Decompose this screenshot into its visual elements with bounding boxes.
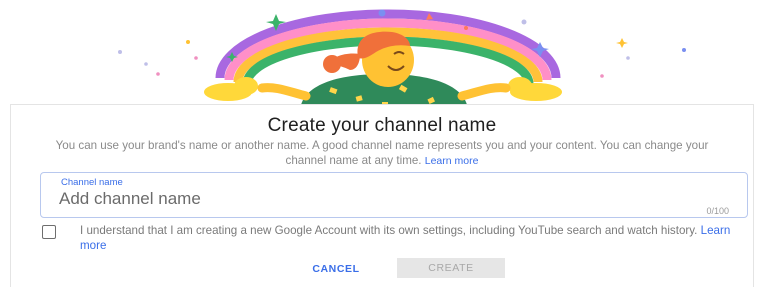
description-text: You can use your brand's name or another… <box>55 139 709 167</box>
create-button[interactable]: CREATE <box>397 258 505 278</box>
character-counter: 0/100 <box>706 206 729 216</box>
cancel-button[interactable]: CANCEL <box>294 259 378 279</box>
consent-text-block: I understand that I am creating a new Go… <box>80 223 740 253</box>
consent-checkbox[interactable] <box>42 225 56 239</box>
dialog-description: You can use your brand's name or another… <box>40 138 724 169</box>
description-learn-more-link[interactable]: Learn more <box>425 155 479 167</box>
dialog-title: Create your channel name <box>267 115 497 136</box>
create-channel-page: Create your channel name You can use you… <box>0 0 764 287</box>
channel-name-input[interactable] <box>59 187 619 211</box>
consent-text: I understand that I am creating a new Go… <box>80 224 698 237</box>
channel-name-field[interactable]: Channel name 0/100 <box>40 172 748 218</box>
rainbow-character-illustration-icon <box>118 9 686 110</box>
